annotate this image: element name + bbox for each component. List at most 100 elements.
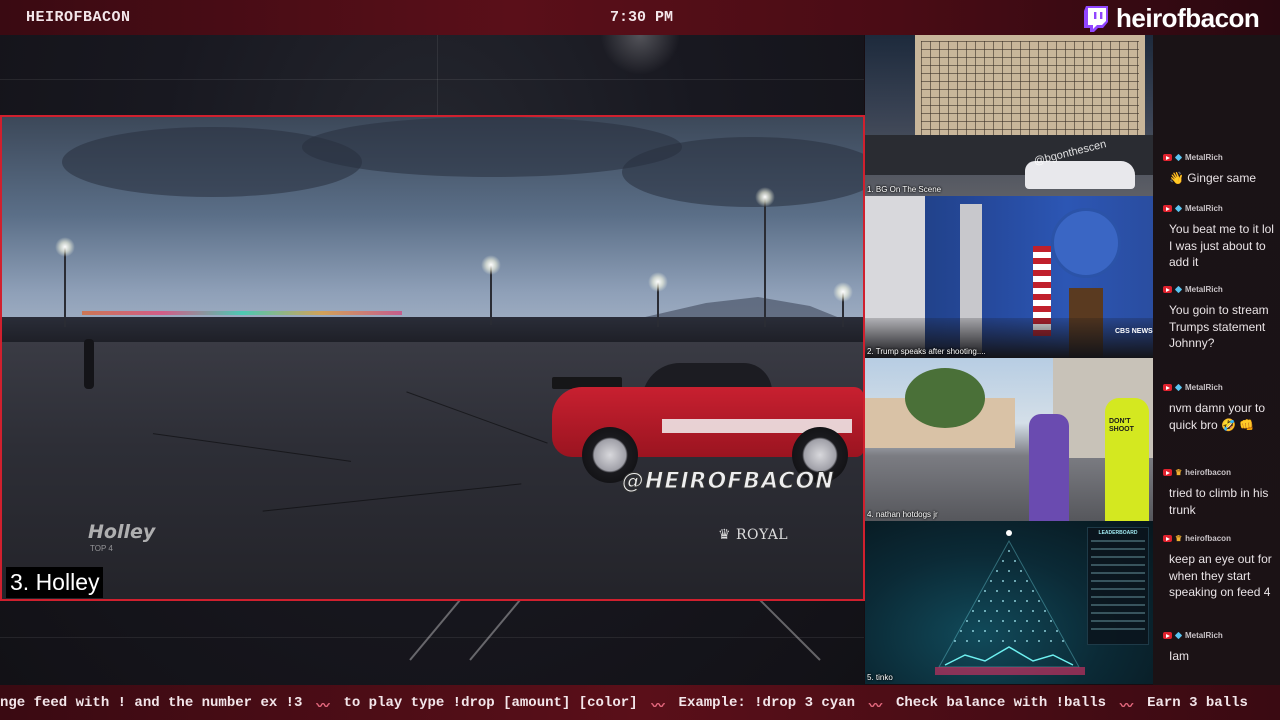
side-feed-3[interactable]: DON'T SHOOT 4. nathan hotdogs jr	[865, 358, 1153, 521]
chat-username[interactable]: MetalRich	[1185, 153, 1223, 162]
cloud	[622, 137, 863, 207]
vest-text: DON'T SHOOT	[1109, 418, 1134, 433]
chat-text: 👋 Ginger same	[1169, 171, 1256, 185]
network-bug: CBS NEWS	[1115, 328, 1153, 335]
drift-car	[552, 363, 863, 483]
brand-name: heirofbacon	[1116, 3, 1260, 33]
building-windows	[921, 41, 1139, 141]
grid-line	[0, 79, 864, 80]
chat-username[interactable]: MetalRich	[1185, 204, 1223, 213]
chat-header: MetalRich	[1163, 383, 1275, 392]
twitch-icon	[1084, 5, 1108, 32]
holley-logo: Holley	[88, 521, 156, 543]
laugh-emoji: 🤣 👊	[1221, 417, 1255, 432]
member-badge-icon	[1174, 285, 1183, 294]
youtube-icon	[1163, 205, 1172, 212]
plinko-board	[935, 530, 1085, 675]
owner-crown-icon: ♛	[1175, 534, 1183, 543]
clock: 7:30 PM	[610, 9, 674, 26]
member-badge-icon	[1174, 383, 1183, 392]
chat-username[interactable]: heirofbacon	[1185, 534, 1231, 543]
chat-text: keep an eye out for when they start spea…	[1169, 552, 1272, 599]
chat-username[interactable]: MetalRich	[1185, 285, 1223, 294]
member-badge-icon	[1174, 204, 1183, 213]
chat-message: ♛ heirofbacon tried to climb in his trun…	[1163, 468, 1275, 518]
wave-emoji: 👋	[1169, 171, 1184, 185]
chat-username[interactable]: heirofbacon	[1185, 468, 1231, 477]
chat-text: tried to climb in his trunk	[1169, 486, 1269, 517]
chat-message: MetalRich nvm damn your to quick bro 🤣 👊	[1163, 383, 1275, 433]
main-feed-caption: 3. Holley	[6, 567, 104, 598]
chat-message: MetalRich Iam	[1163, 631, 1275, 665]
chat-header: MetalRich	[1163, 204, 1275, 213]
chat-username[interactable]: MetalRich	[1185, 631, 1223, 640]
chat-message: MetalRich You beat me to it lol I was ju…	[1163, 204, 1275, 271]
side-feed-4[interactable]: LEADERBOARD 5. tinko	[865, 521, 1153, 684]
leaderboard-title: LEADERBOARD	[1098, 530, 1138, 536]
bacon-icon: 〰	[868, 699, 882, 714]
youtube-icon	[1163, 286, 1172, 293]
bottom-ticker: nge feed with ! and the number ex !3 〰 t…	[0, 685, 1280, 720]
youtube-icon	[1163, 632, 1172, 639]
chat-text: You beat me to it lol I was just about t…	[1169, 222, 1274, 269]
chat-message: MetalRich You goin to stream Trumps stat…	[1163, 285, 1275, 352]
youtube-icon	[1163, 154, 1172, 161]
side-feed-1-label: 1. BG On The Scene	[867, 185, 942, 194]
stage-light-beams	[409, 600, 821, 661]
ticker-item: to play type !drop [amount] [color]	[343, 695, 638, 711]
member-badge-icon	[1174, 631, 1183, 640]
ticker-item: Check balance with !balls	[896, 695, 1107, 711]
ticker-track: nge feed with ! and the number ex !3 〰 t…	[0, 695, 1248, 714]
channel-title: HEIROFBACON	[26, 9, 131, 26]
channel-watermark: @HEIROFBACON	[622, 469, 835, 495]
chat-header: ♛ heirofbacon	[1163, 534, 1275, 543]
holley-logo-sub: TOP 4	[90, 544, 113, 553]
chat-panel[interactable]: MetalRich 👋 Ginger same MetalRich You be…	[1153, 35, 1280, 685]
main-video-feed[interactable]: @HEIROFBACON Holley TOP 4 ♛ ROYAL 3. Hol…	[0, 115, 865, 601]
ticker-item: Example: !drop 3 cyan	[678, 695, 855, 711]
person-purple-shirt	[1029, 414, 1069, 521]
chat-message: ♛ heirofbacon keep an eye out for when t…	[1163, 534, 1275, 601]
street-lamp	[755, 187, 775, 327]
owner-crown-icon: ♛	[1175, 468, 1183, 477]
street-lamp	[55, 237, 75, 327]
chat-header: MetalRich	[1163, 285, 1275, 294]
person-safety-vest	[1105, 398, 1149, 521]
side-feed-3-label: 4. nathan hotdogs jr	[867, 510, 938, 519]
street-lamp	[648, 272, 668, 327]
youtube-icon	[1163, 469, 1172, 476]
side-feed-1[interactable]: @bgonthescen 1. BG On The Scene	[865, 35, 1153, 196]
person-silhouette	[84, 339, 94, 389]
bacon-icon: 〰	[1120, 699, 1134, 714]
ticker-item: nge feed with ! and the number ex !3	[0, 695, 303, 711]
bacon-icon: 〰	[651, 699, 665, 714]
grid-line	[437, 35, 438, 115]
leaderboard-panel: LEADERBOARD	[1087, 527, 1149, 645]
spotlight	[600, 35, 680, 75]
side-feed-2[interactable]: CBS NEWS 2. Trump speaks after shooting.…	[865, 196, 1153, 358]
track-lights	[82, 311, 402, 315]
tree	[905, 368, 985, 428]
bacon-icon: 〰	[316, 699, 330, 714]
street-lamp	[481, 255, 501, 325]
chat-username[interactable]: MetalRich	[1185, 383, 1223, 392]
royal-logo: ♛ ROYAL	[718, 527, 789, 543]
chat-header: MetalRich	[1163, 631, 1275, 640]
street-lamp	[833, 282, 853, 327]
top-bar: HEIROFBACON 7:30 PM heirofbacon	[0, 0, 1280, 35]
side-feed-2-label: 2. Trump speaks after shooting....	[867, 347, 986, 356]
chat-text: nvm damn your to quick bro 🤣 👊	[1169, 401, 1266, 432]
side-feed-4-label: 5. tinko	[867, 673, 893, 682]
leaderboard-rows	[1091, 540, 1145, 636]
chat-header: MetalRich	[1163, 153, 1275, 162]
ticker-item: Earn 3 balls	[1147, 695, 1248, 711]
chat-header: ♛ heirofbacon	[1163, 468, 1275, 477]
chat-text: You goin to stream Trumps statement John…	[1169, 303, 1269, 350]
member-badge-icon	[1174, 153, 1183, 162]
brand: heirofbacon	[1084, 3, 1260, 34]
youtube-icon	[1163, 535, 1172, 542]
white-house-seal	[1051, 208, 1121, 278]
youtube-icon	[1163, 384, 1172, 391]
chat-message: MetalRich 👋 Ginger same	[1163, 153, 1275, 187]
chat-text: Iam	[1169, 649, 1190, 663]
